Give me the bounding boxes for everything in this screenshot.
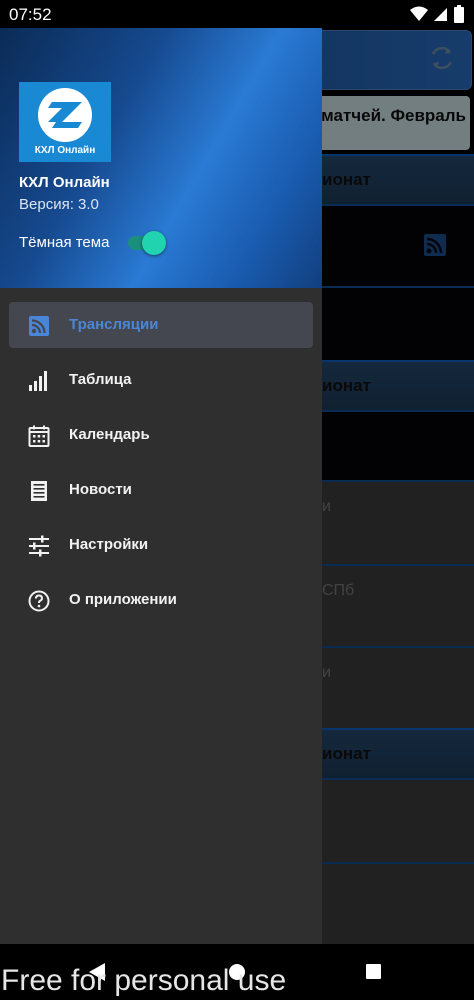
rss-icon [29, 316, 49, 336]
help-circle-icon [28, 590, 50, 612]
dark-theme-label: Тёмная тема [19, 234, 110, 251]
app-version: Версия: 3.0 [19, 196, 99, 213]
menu-item-about[interactable]: О приложении [0, 573, 322, 628]
menu-item-broadcasts[interactable]: Трансляции [0, 298, 322, 353]
menu-item-label: О приложении [69, 591, 177, 608]
drawer-header: КХЛ Онлайн КХЛ Онлайн Версия: 3.0 Тёмная… [0, 28, 322, 288]
menu-item-label: Новости [69, 481, 132, 498]
calendar-icon [28, 425, 50, 447]
cell-signal-icon [434, 8, 447, 21]
menu-item-label: Настройки [69, 536, 149, 553]
recent-apps-icon[interactable] [366, 964, 381, 979]
document-icon [31, 481, 47, 501]
signal-bars-icon [29, 371, 47, 391]
menu-item-news[interactable]: Новости [0, 463, 322, 518]
status-bar: 07:52 [0, 0, 474, 28]
sliders-icon [29, 535, 49, 557]
status-icons [410, 5, 464, 23]
menu-item-settings[interactable]: Настройки [0, 518, 322, 573]
battery-icon [454, 5, 464, 23]
drawer-menu: Трансляции Таблица Календарь Новости Нас… [0, 298, 322, 628]
menu-item-label: Календарь [69, 426, 150, 443]
app-logo: КХЛ Онлайн [19, 82, 111, 162]
navigation-drawer: КХЛ Онлайн КХЛ Онлайн Версия: 3.0 Тёмная… [0, 28, 322, 944]
menu-item-calendar[interactable]: Календарь [0, 408, 322, 463]
menu-item-table[interactable]: Таблица [0, 353, 322, 408]
menu-item-label: Таблица [69, 371, 132, 388]
menu-item-label: Трансляции [69, 316, 159, 333]
wifi-icon [410, 6, 428, 21]
watermark-text: Free for personal use [1, 964, 287, 997]
logo-emblem [38, 88, 92, 142]
app-name: КХЛ Онлайн [19, 174, 110, 191]
dark-theme-toggle[interactable] [128, 231, 166, 255]
status-time: 07:52 [9, 5, 52, 24]
logo-text: КХЛ Онлайн [34, 145, 96, 156]
